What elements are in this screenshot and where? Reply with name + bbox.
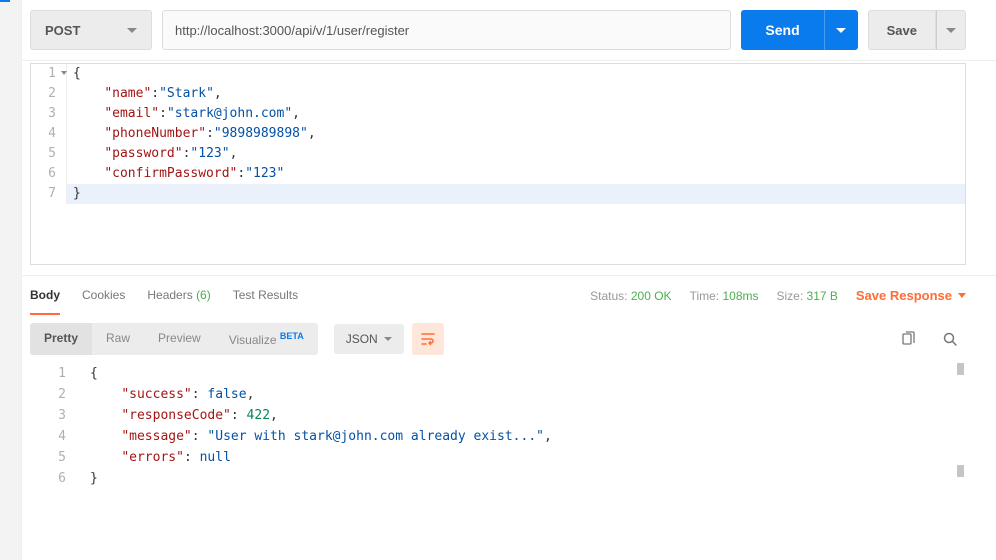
request-bar: POST Send Save xyxy=(0,0,996,61)
tab-headers[interactable]: Headers (6) xyxy=(147,277,210,315)
url-input[interactable] xyxy=(162,10,731,50)
tab-test-results[interactable]: Test Results xyxy=(233,277,298,315)
response-body-viewer[interactable]: 1{2 "success": false,3 "responseCode": 4… xyxy=(30,363,966,489)
scrollbar-thumb[interactable] xyxy=(957,363,964,375)
http-method-value: POST xyxy=(45,23,80,38)
http-method-select[interactable]: POST xyxy=(30,10,152,50)
send-dropdown-button[interactable] xyxy=(824,10,858,50)
save-button[interactable]: Save xyxy=(868,10,936,50)
view-preview[interactable]: Preview xyxy=(144,323,215,355)
send-button[interactable]: Send xyxy=(741,10,823,50)
view-raw[interactable]: Raw xyxy=(92,323,144,355)
left-rail xyxy=(0,0,22,560)
response-header: Body Cookies Headers (6) Test Results St… xyxy=(0,275,996,315)
time: Time: 108ms xyxy=(690,289,759,303)
tab-cookies[interactable]: Cookies xyxy=(82,277,125,315)
size: Size: 317 B xyxy=(777,289,838,303)
copy-button[interactable] xyxy=(892,323,924,355)
save-dropdown-button[interactable] xyxy=(936,10,966,50)
tab-body[interactable]: Body xyxy=(30,277,60,315)
save-response-button[interactable]: Save Response xyxy=(856,288,966,303)
search-button[interactable] xyxy=(934,323,966,355)
view-pretty[interactable]: Pretty xyxy=(30,323,92,355)
format-select[interactable]: JSON xyxy=(334,324,404,354)
wrap-lines-button[interactable] xyxy=(412,323,444,355)
search-icon xyxy=(942,331,958,347)
view-visualize[interactable]: Visualize BETA xyxy=(215,323,318,355)
scrollbar-thumb[interactable] xyxy=(957,465,964,477)
tab-indicator xyxy=(0,0,10,2)
status: Status: 200 OK xyxy=(590,289,671,303)
response-toolbar: Pretty Raw Preview Visualize BETA JSON xyxy=(0,315,996,363)
wrap-icon xyxy=(420,331,436,347)
copy-icon xyxy=(900,331,916,347)
chevron-down-icon xyxy=(127,28,137,33)
request-body-editor[interactable]: 1{2 "name":"Stark",3 "email":"stark@john… xyxy=(30,63,966,265)
